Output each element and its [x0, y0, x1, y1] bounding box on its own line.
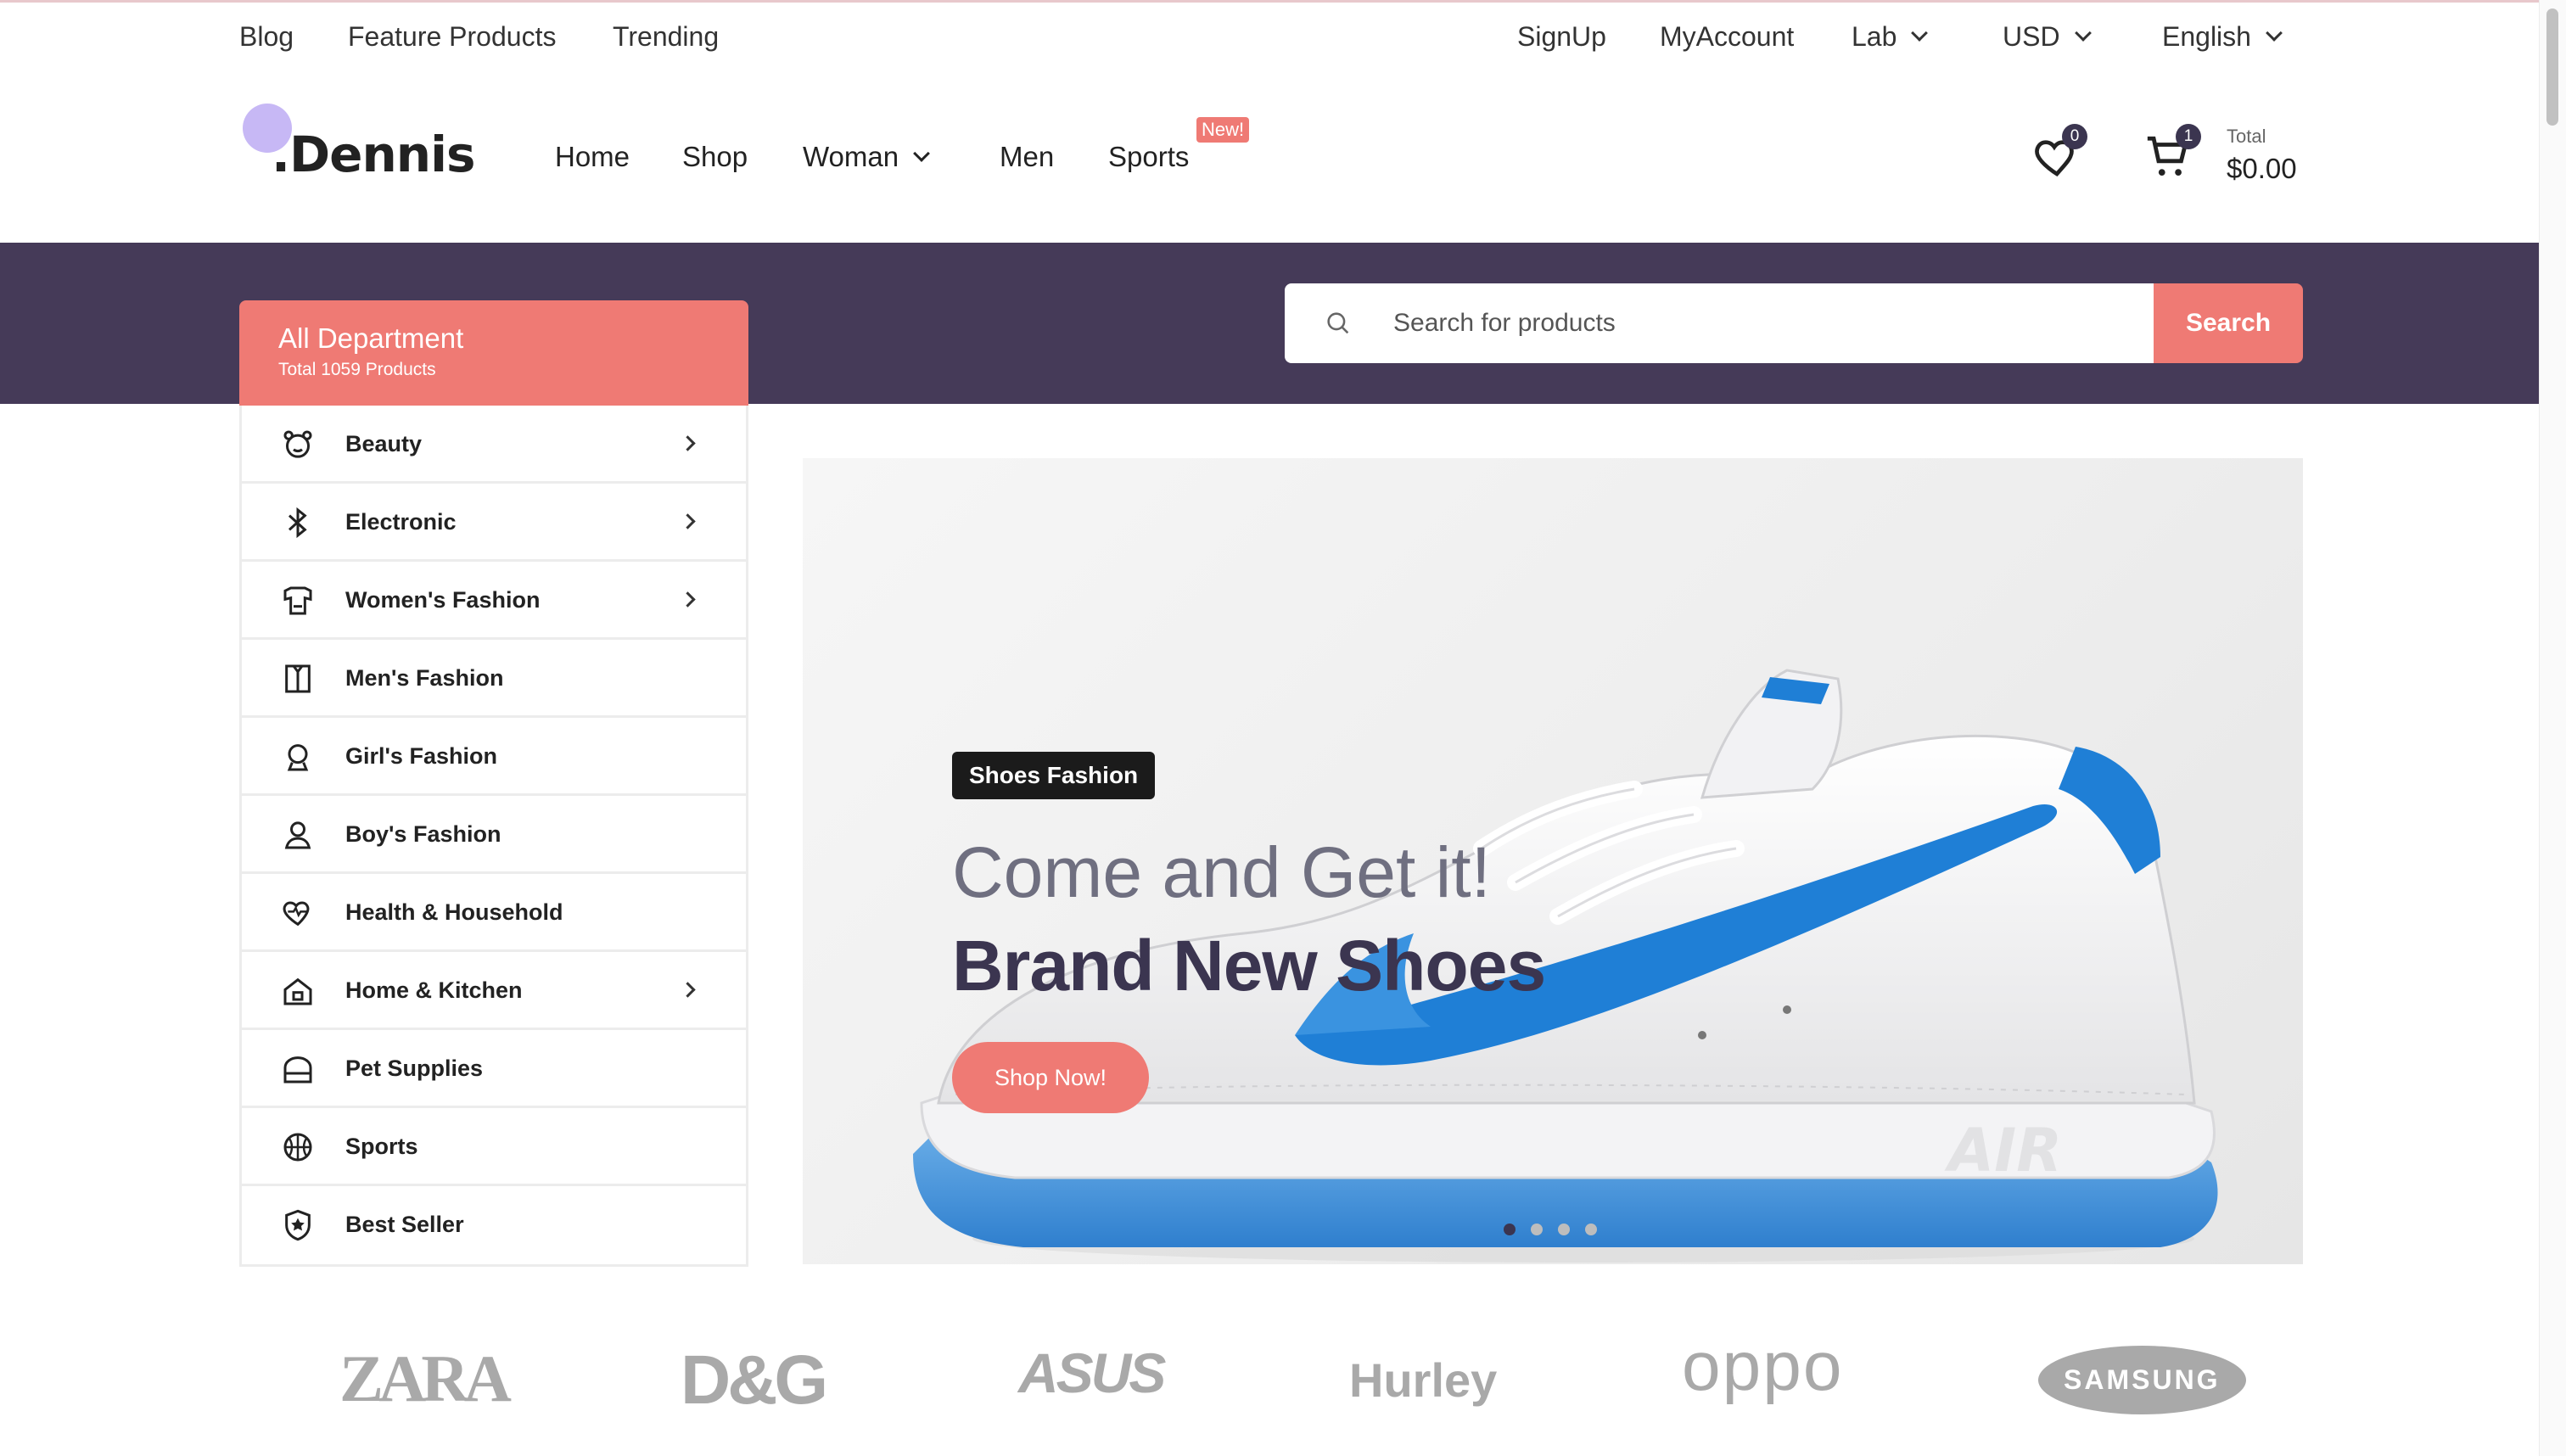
category-health-household[interactable]: Health & Household [242, 874, 746, 952]
slider-dot[interactable] [1531, 1224, 1543, 1235]
category-pet-supplies[interactable]: Pet Supplies [242, 1030, 746, 1108]
all-department-header[interactable]: All Department Total 1059 Products [239, 300, 748, 406]
heartbeat-icon [283, 901, 310, 927]
category-best-seller[interactable]: Best Seller [242, 1186, 746, 1264]
house-icon [283, 977, 312, 1005]
brand-logo-samsung[interactable]: SAMSUNG [2038, 1346, 2246, 1414]
slider-dot[interactable] [1504, 1224, 1516, 1235]
shop-now-button[interactable]: Shop Now! [952, 1042, 1149, 1113]
slider-dot[interactable] [1585, 1224, 1597, 1235]
cart-total-value: $0.00 [2227, 153, 2297, 184]
chevron-down-icon [1911, 25, 1929, 42]
cart-count: 1 [2176, 124, 2201, 149]
girl-icon [287, 744, 309, 771]
top-bar: Blog Feature Products Trending SignUp My… [0, 0, 2539, 71]
total-products-label: Total 1059 Products [278, 360, 436, 379]
nav-shop[interactable]: Shop [682, 141, 748, 173]
category-label: Best Seller [345, 1212, 464, 1237]
category-home-kitchen[interactable]: Home & Kitchen [242, 952, 746, 1030]
cart-total-label: Total [2227, 126, 2266, 147]
hero-title: Brand New Shoes [952, 926, 1546, 1005]
chevron-right-icon [680, 591, 696, 608]
lab-dropdown[interactable]: Lab [1852, 21, 1929, 53]
chevron-right-icon [680, 513, 696, 529]
star-shield-icon [285, 1209, 311, 1241]
topbar-link-trending[interactable]: Trending [613, 21, 719, 53]
signup-link[interactable]: SignUp [1517, 21, 1606, 53]
topbar-link-blog[interactable]: Blog [239, 21, 294, 53]
bear-face-icon [283, 430, 312, 458]
category-label: Boy's Fashion [345, 821, 501, 847]
category-boys-fashion[interactable]: Boy's Fashion [242, 796, 746, 874]
category-mens-fashion[interactable]: Men's Fashion [242, 640, 746, 718]
cart-button[interactable]: 1 [2143, 124, 2201, 183]
wishlist-count: 0 [2062, 124, 2087, 149]
dress-icon [283, 586, 312, 615]
category-womens-fashion[interactable]: Women's Fashion [242, 562, 746, 640]
currency-dropdown[interactable]: USD [2003, 21, 2092, 53]
wishlist-button[interactable]: 0 [2033, 124, 2087, 180]
slider-dots [1504, 1224, 1612, 1240]
all-department-title: All Department [278, 322, 464, 354]
brand-logo-hurley[interactable]: Hurley [1349, 1352, 1497, 1408]
category-label: Men's Fashion [345, 665, 504, 691]
category-label: Women's Fashion [345, 587, 541, 613]
nav-home[interactable]: Home [555, 141, 630, 173]
lab-dropdown-label: Lab [1852, 21, 1897, 52]
shirt-icon [285, 664, 311, 693]
brand-logo-dg[interactable]: D&G [681, 1341, 828, 1420]
category-label: Beauty [345, 431, 423, 456]
language-dropdown[interactable]: English [2162, 21, 2283, 53]
slider-dot[interactable] [1558, 1224, 1570, 1235]
category-girls-fashion[interactable]: Girl's Fashion [242, 718, 746, 796]
category-beauty[interactable]: Beauty [242, 406, 746, 484]
search-form [1285, 283, 2154, 363]
category-label: Sports [345, 1134, 418, 1159]
pet-carrier-icon [283, 1056, 312, 1084]
language-label: English [2162, 21, 2251, 52]
basketball-icon [283, 1133, 312, 1162]
chevron-down-icon [913, 145, 931, 162]
nav-woman[interactable]: Woman [803, 141, 931, 173]
brand-strip: ZARA D&G ASUS Hurley oppo SAMSUNG [239, 1324, 2303, 1434]
topbar-link-feature-products[interactable]: Feature Products [348, 21, 556, 53]
person-icon [284, 821, 311, 849]
search-input[interactable] [1393, 283, 2123, 363]
air-logo: AIR [1944, 1116, 2062, 1185]
category-label: Electronic [345, 509, 457, 535]
category-label: Girl's Fashion [345, 743, 497, 769]
category-label: Pet Supplies [345, 1056, 484, 1081]
nav-woman-label: Woman [803, 141, 899, 172]
chevron-right-icon [680, 435, 696, 451]
chevron-right-icon [680, 982, 696, 998]
my-account-link[interactable]: MyAccount [1660, 21, 1794, 53]
chevron-down-icon [2074, 25, 2092, 42]
category-list: Beauty Electronic Women's Fashion Men's … [239, 406, 748, 1267]
logo[interactable]: .Dennis [272, 126, 475, 183]
category-label: Health & Household [345, 899, 563, 925]
category-sports[interactable]: Sports [242, 1108, 746, 1186]
new-badge: New! [1196, 117, 1250, 143]
search-icon [1327, 312, 1349, 334]
hero-tag: Shoes Fashion [952, 752, 1156, 799]
hero-banner: AIR Shoes Fashion Come and Get it! Brand… [803, 458, 2303, 1264]
scrollbar-thumb[interactable] [2546, 8, 2558, 126]
nav-sports[interactable]: Sports [1108, 141, 1189, 173]
hero-subtitle: Come and Get it! [952, 832, 1491, 912]
category-label: Home & Kitchen [345, 977, 523, 1003]
brand-logo-oppo[interactable]: oppo [1682, 1327, 1843, 1407]
bluetooth-icon [288, 507, 307, 539]
chevron-down-icon [2266, 25, 2283, 42]
currency-label: USD [2003, 21, 2060, 52]
brand-logo-asus[interactable]: ASUS [1018, 1341, 1166, 1405]
page-scrollbar[interactable] [2539, 0, 2566, 1456]
search-button[interactable]: Search [2154, 283, 2303, 363]
category-electronic[interactable]: Electronic [242, 484, 746, 562]
brand-logo-zara[interactable]: ZARA [339, 1341, 512, 1417]
nav-men[interactable]: Men [1000, 141, 1054, 173]
